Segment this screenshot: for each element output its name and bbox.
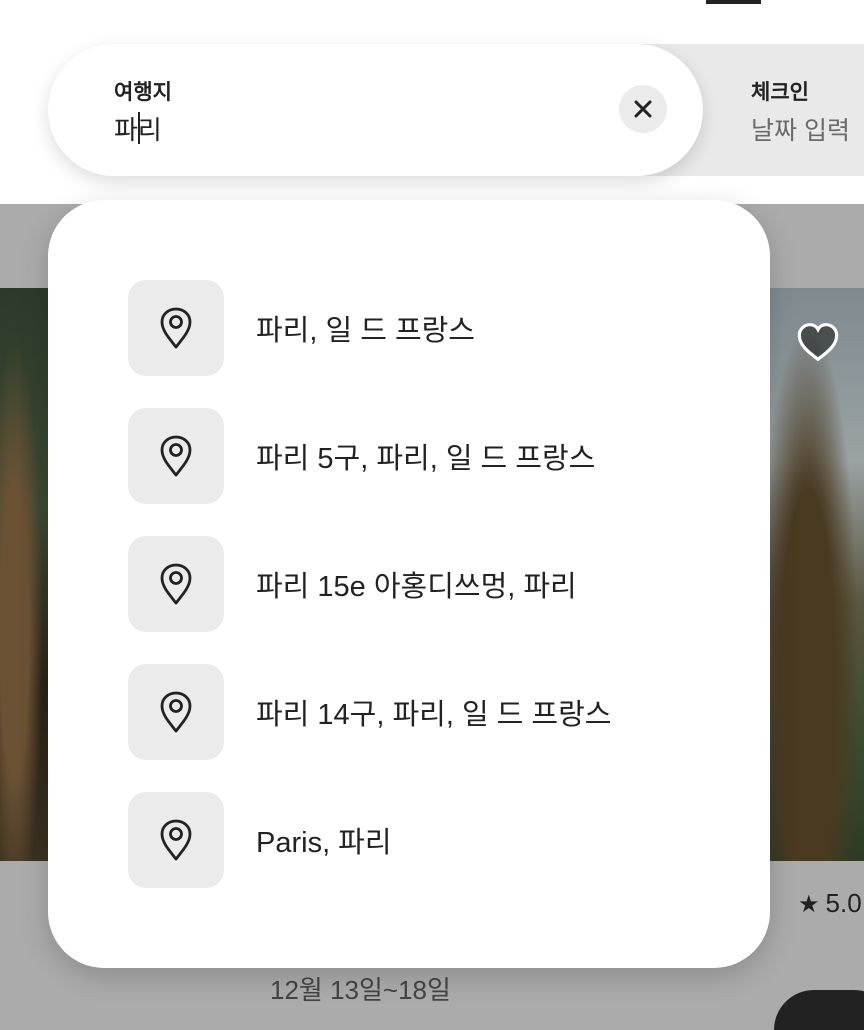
listing-rating: ★ 5.0 xyxy=(798,888,862,919)
destination-input[interactable] xyxy=(114,110,534,146)
suggestion-label: Paris, 파리 xyxy=(256,827,392,859)
suggestion-item[interactable]: Paris, 파리 xyxy=(128,792,611,888)
checkin-placeholder[interactable]: 날짜 입력 xyxy=(751,111,850,147)
suggestion-label: 파리 15e 아홍디쓰멍, 파리 xyxy=(256,571,577,603)
listing-dates: 12월 13일~18일 xyxy=(270,975,451,1005)
close-icon xyxy=(634,100,652,118)
suggestion-label: 파리 5구, 파리, 일 드 프랑스 xyxy=(256,443,596,475)
suggestion-label: 파리, 일 드 프랑스 xyxy=(256,315,475,347)
location-pin-icon xyxy=(128,408,224,504)
suggestion-item[interactable]: 파리 14구, 파리, 일 드 프랑스 xyxy=(128,664,611,760)
checkin-label: 체크인 xyxy=(751,81,809,104)
destination-field[interactable]: 여행지 xyxy=(48,44,703,176)
destination-label: 여행지 xyxy=(114,81,172,104)
listing-photo-right xyxy=(770,288,864,861)
clear-button[interactable] xyxy=(619,85,667,133)
rating-value: 5.0 xyxy=(825,888,862,918)
suggestion-list: 파리, 일 드 프랑스 파리 5구, 파리, 일 드 프랑스 파리 15e 아홍… xyxy=(128,280,611,920)
suggestion-item[interactable]: 파리, 일 드 프랑스 xyxy=(128,280,611,376)
text-cursor xyxy=(138,112,140,144)
star-icon: ★ xyxy=(798,891,820,918)
location-pin-icon xyxy=(128,280,224,376)
location-pin-icon xyxy=(128,664,224,760)
location-pin-icon xyxy=(128,792,224,888)
dark-button-edge xyxy=(774,990,864,1030)
destination-suggestions-panel: 파리, 일 드 프랑스 파리 5구, 파리, 일 드 프랑스 파리 15e 아홍… xyxy=(48,200,770,968)
suggestion-item[interactable]: 파리 15e 아홍디쓰멍, 파리 xyxy=(128,536,611,632)
active-tab-indicator xyxy=(706,0,761,4)
suggestion-item[interactable]: 파리 5구, 파리, 일 드 프랑스 xyxy=(128,408,611,504)
suggestion-label: 파리 14구, 파리, 일 드 프랑스 xyxy=(256,699,612,731)
wishlist-heart-icon[interactable] xyxy=(796,322,840,362)
listing-photo-left xyxy=(0,288,48,861)
location-pin-icon xyxy=(128,536,224,632)
